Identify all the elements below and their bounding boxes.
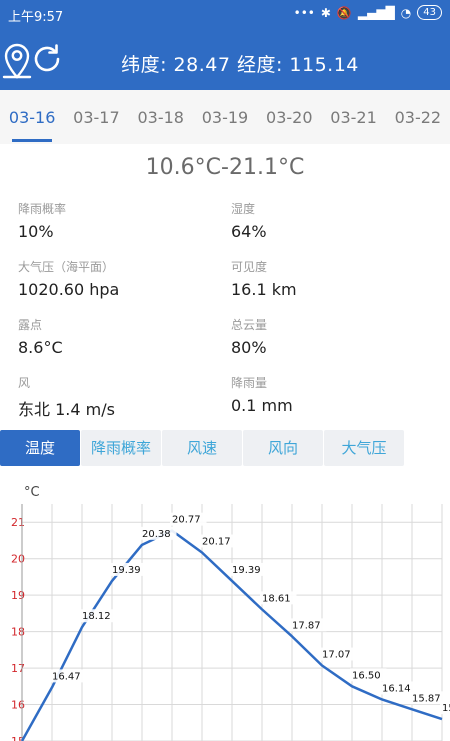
tab-date-5[interactable]: 03-21: [321, 90, 385, 144]
y-tick-label: 18: [11, 626, 25, 639]
status-time: 上午9:57: [8, 10, 64, 25]
tab-chart-rain-probability[interactable]: 降雨概率: [81, 430, 161, 466]
y-tick-label: 21: [11, 516, 25, 529]
tab-chart-pressure[interactable]: 大气压: [324, 430, 404, 466]
coordinates-title: 纬度: 28.47 经度: 115.14: [121, 54, 359, 76]
temperature-range: 10.6°C-21.1°C: [145, 155, 305, 180]
status-bar: 上午9:57 ••• ✱ 🔕 ▂▄▆█ ◔ 43: [0, 0, 450, 28]
data-label: 16.50: [352, 670, 381, 681]
mute-icon: 🔕: [336, 5, 352, 20]
metric-rain-probability: 降雨概率 10%: [18, 200, 218, 241]
date-tabs: 03-16 03-17 03-18 03-19 03-20 03-21 03-2…: [0, 90, 450, 144]
metric-pressure: 大气压（海平面） 1020.60 hpa: [18, 258, 218, 299]
metric-cloud-cover: 总云量 80%: [231, 316, 431, 357]
tab-chart-wind-speed[interactable]: 风速: [162, 430, 242, 466]
data-label: 16.47: [52, 671, 81, 682]
data-label: 18.12: [82, 611, 111, 622]
refresh-icon[interactable]: [30, 42, 64, 76]
metric-value: 8.6°C: [18, 338, 63, 357]
metric-precipitation: 降雨量 0.1 mm: [231, 374, 431, 415]
wifi-icon: ◔: [400, 5, 412, 20]
notification-dots-icon: •••: [293, 5, 315, 20]
tab-date-0[interactable]: 03-16: [0, 90, 64, 144]
temperature-chart: °C 1516171819202116.4718.1219.3920.3820.…: [0, 478, 450, 741]
metric-value: 东北 1.4 m/s: [18, 400, 115, 419]
metric-value: 1020.60 hpa: [18, 280, 120, 299]
y-tick-label: 17: [11, 662, 25, 675]
metric-label: 降雨概率: [18, 202, 67, 216]
data-label: 19.39: [112, 565, 141, 576]
y-tick-label: 19: [11, 589, 25, 602]
data-label: 17.07: [322, 650, 351, 661]
metric-label: 露点: [18, 318, 43, 332]
metric-label: 风: [18, 376, 31, 390]
metric-value: 64%: [231, 222, 267, 241]
app-header: 纬度: 28.47 经度: 115.14: [0, 28, 450, 90]
y-tick-label: 20: [11, 553, 25, 566]
bluetooth-icon: ✱: [320, 5, 331, 20]
metric-visibility: 可见度 16.1 km: [231, 258, 431, 299]
metric-label: 大气压（海平面）: [18, 260, 115, 274]
data-label: 15.87: [412, 693, 441, 704]
battery-icon: 43: [417, 5, 442, 20]
metric-value: 10%: [18, 222, 54, 241]
tab-date-1[interactable]: 03-17: [64, 90, 128, 144]
tab-date-2[interactable]: 03-18: [129, 90, 193, 144]
data-label: 18.61: [262, 593, 291, 604]
signal-icon: ▂▄▆█: [357, 5, 395, 20]
tab-date-4[interactable]: 03-20: [257, 90, 321, 144]
metric-label: 可见度: [231, 260, 268, 274]
data-label: 16.14: [382, 683, 411, 694]
metric-humidity: 湿度 64%: [231, 200, 431, 241]
metric-value: 80%: [231, 338, 267, 357]
tab-date-6[interactable]: 03-22: [386, 90, 450, 144]
tab-chart-temperature[interactable]: 温度: [0, 430, 80, 466]
data-label: 20.77: [172, 515, 201, 526]
data-label: 15: [442, 703, 450, 714]
data-label: 17.87: [292, 620, 321, 631]
metric-dew-point: 露点 8.6°C: [18, 316, 218, 357]
metric-label: 湿度: [231, 202, 256, 216]
temperature-line-chart: 15 16 17 18 19 20 21 16.47 18.12 19.39 20.3820.772…: [11, 504, 450, 741]
status-icons: ••• ✱ 🔕 ▂▄▆█ ◔ 43: [294, 5, 442, 20]
metric-value: 0.1 mm: [231, 396, 293, 415]
tab-date-3[interactable]: 03-19: [193, 90, 257, 144]
chart-tabs: 温度 降雨概率 风速 风向 大气压: [0, 430, 450, 468]
y-tick-label: 16: [11, 699, 25, 712]
data-label: 19.39: [232, 565, 261, 576]
tab-chart-wind-direction[interactable]: 风向: [243, 430, 323, 466]
metric-label: 总云量: [231, 318, 268, 332]
metric-label: 降雨量: [231, 376, 268, 390]
metric-wind: 风 东北 1.4 m/s: [18, 374, 218, 420]
location-pin-icon[interactable]: [0, 40, 34, 80]
data-label: 20.17: [202, 536, 231, 547]
data-label: 20.38: [142, 529, 171, 540]
metric-value: 16.1 km: [231, 280, 297, 299]
